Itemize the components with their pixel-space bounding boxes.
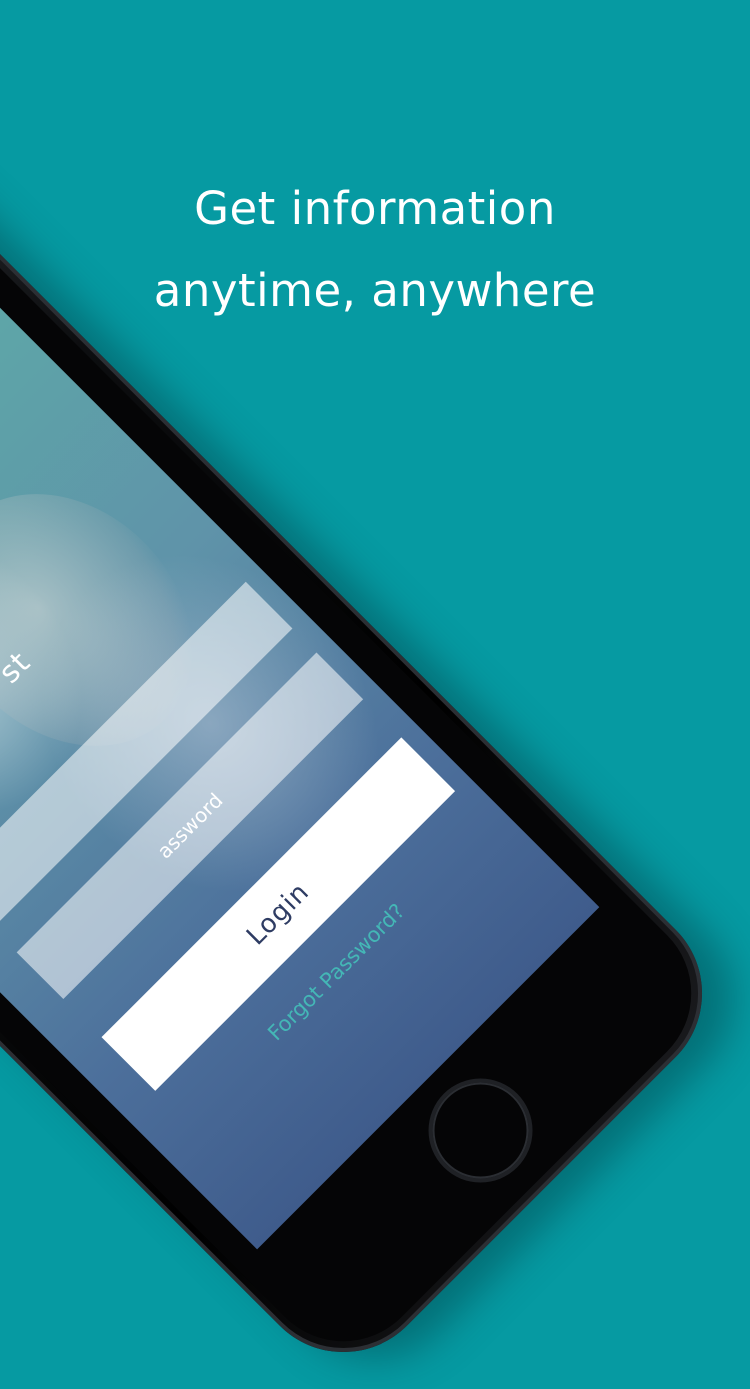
headline-line-2: anytime, anywhere bbox=[153, 264, 597, 317]
password-placeholder: assword bbox=[152, 788, 228, 864]
home-button bbox=[412, 1062, 549, 1199]
headline-line-1: Get information bbox=[194, 182, 556, 235]
marketing-headline: Get information anytime, anywhere bbox=[0, 168, 750, 332]
